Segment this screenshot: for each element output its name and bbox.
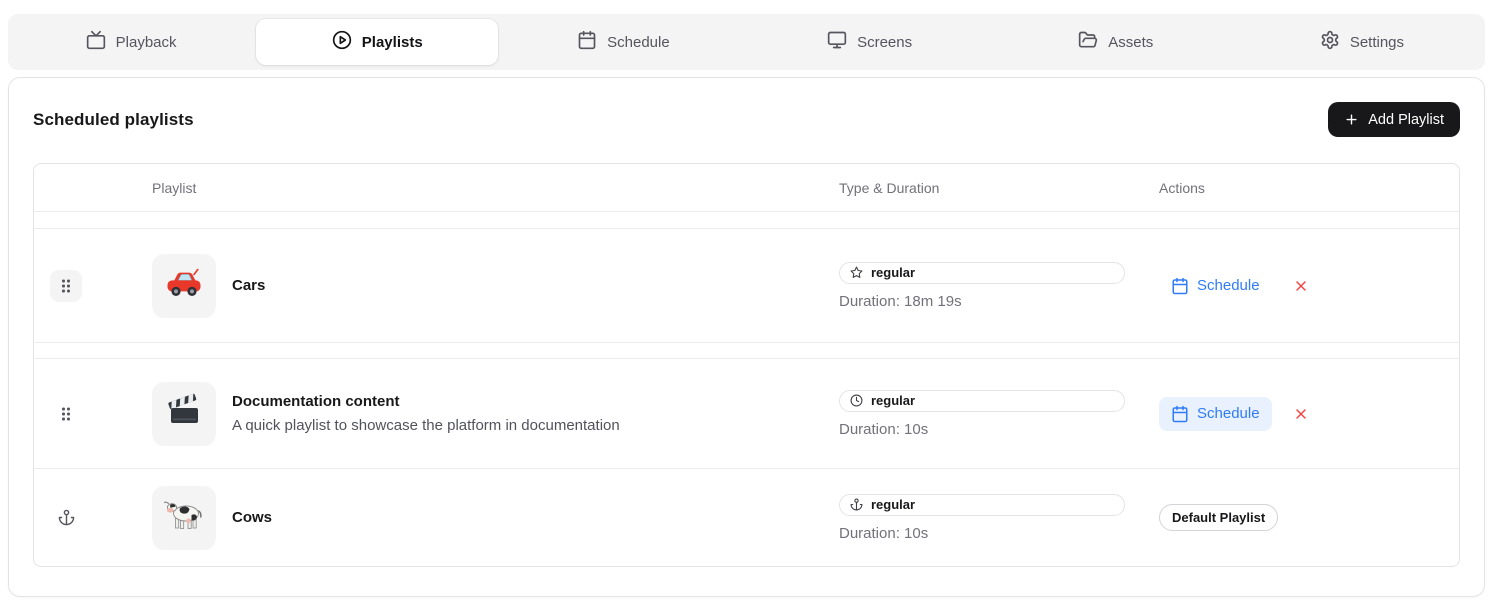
playlist-thumbnail xyxy=(152,486,216,550)
gear-icon xyxy=(1320,30,1340,54)
type-badge: regular xyxy=(839,262,1125,284)
duration-text: Duration: 18m 19s xyxy=(839,293,1125,310)
add-playlist-label: Add Playlist xyxy=(1368,112,1444,128)
car-emoji xyxy=(163,262,205,309)
calendar-icon xyxy=(1171,405,1189,423)
type-badge-label: regular xyxy=(871,497,915,512)
schedule-button[interactable]: Schedule xyxy=(1159,397,1272,431)
tab-label: Screens xyxy=(857,34,912,51)
type-badge-label: regular xyxy=(871,265,915,280)
tab-screens[interactable]: Screens xyxy=(747,14,993,70)
remove-button[interactable] xyxy=(1293,406,1309,422)
x-icon xyxy=(1293,278,1309,294)
drag-handle[interactable] xyxy=(50,270,82,302)
add-playlist-button[interactable]: Add Playlist xyxy=(1328,102,1460,137)
playlist-thumbnail xyxy=(152,382,216,446)
table-header-row: Playlist Type & Duration Actions xyxy=(34,164,1459,212)
tab-playback[interactable]: Playback xyxy=(8,14,254,70)
x-icon xyxy=(1293,406,1309,422)
duration-text: Duration: 10s xyxy=(839,525,1125,542)
tv-icon xyxy=(86,30,106,54)
table-row: Cows regular Duration: 10s Default Playl… xyxy=(34,469,1459,566)
calendar-icon xyxy=(577,30,597,54)
tab-label: Assets xyxy=(1108,34,1153,51)
tab-settings[interactable]: Settings xyxy=(1239,14,1485,70)
column-header-type-duration: Type & Duration xyxy=(839,180,1159,196)
anchor-icon xyxy=(850,498,863,511)
tab-label: Playback xyxy=(116,34,177,51)
schedule-button[interactable]: Schedule xyxy=(1159,269,1272,303)
drag-handle[interactable] xyxy=(50,398,82,430)
type-badge: regular xyxy=(839,494,1125,516)
main-nav: Playback Playlists Schedule Screens Asse… xyxy=(8,14,1485,70)
tab-schedule[interactable]: Schedule xyxy=(500,14,746,70)
star-icon xyxy=(850,266,863,279)
card-header: Scheduled playlists Add Playlist xyxy=(33,102,1460,137)
tab-label: Schedule xyxy=(607,34,670,51)
column-header-playlist: Playlist xyxy=(152,180,839,196)
tab-assets[interactable]: Assets xyxy=(993,14,1239,70)
drop-zone-spacer xyxy=(34,212,1459,229)
anchor-icon xyxy=(50,509,82,526)
monitor-icon xyxy=(827,30,847,54)
cow-emoji xyxy=(161,495,207,540)
table-row: Documentation content A quick playlist t… xyxy=(34,359,1459,469)
app-window: Playback Playlists Schedule Screens Asse… xyxy=(0,0,1493,605)
plus-icon xyxy=(1344,112,1359,127)
tab-label: Settings xyxy=(1350,34,1404,51)
tab-playlists[interactable]: Playlists xyxy=(256,19,498,65)
column-header-actions: Actions xyxy=(1159,180,1459,196)
page-title: Scheduled playlists xyxy=(33,110,194,130)
playlist-name: Documentation content xyxy=(232,393,620,410)
playlist-name: Cows xyxy=(232,509,272,526)
type-badge: regular xyxy=(839,390,1125,412)
play-circle-icon xyxy=(332,30,352,54)
schedule-label: Schedule xyxy=(1197,405,1260,422)
remove-button[interactable] xyxy=(1293,278,1309,294)
default-playlist-badge: Default Playlist xyxy=(1159,504,1278,531)
playlist-thumbnail xyxy=(152,254,216,318)
drop-zone-spacer xyxy=(34,343,1459,359)
folder-icon xyxy=(1078,30,1098,54)
table-row: Cars regular Duration: 18m 19s Schedule xyxy=(34,229,1459,343)
playlists-table: Playlist Type & Duration Actions xyxy=(33,163,1460,567)
schedule-label: Schedule xyxy=(1197,277,1260,294)
clapperboard-emoji xyxy=(164,391,204,436)
calendar-icon xyxy=(1171,277,1189,295)
tab-label: Playlists xyxy=(362,34,423,51)
clock-icon xyxy=(850,394,863,407)
duration-text: Duration: 10s xyxy=(839,421,1125,438)
playlist-description: A quick playlist to showcase the platfor… xyxy=(232,417,620,434)
scheduled-playlists-card: Scheduled playlists Add Playlist Playlis… xyxy=(8,77,1485,597)
type-badge-label: regular xyxy=(871,393,915,408)
playlist-name: Cars xyxy=(232,277,265,294)
